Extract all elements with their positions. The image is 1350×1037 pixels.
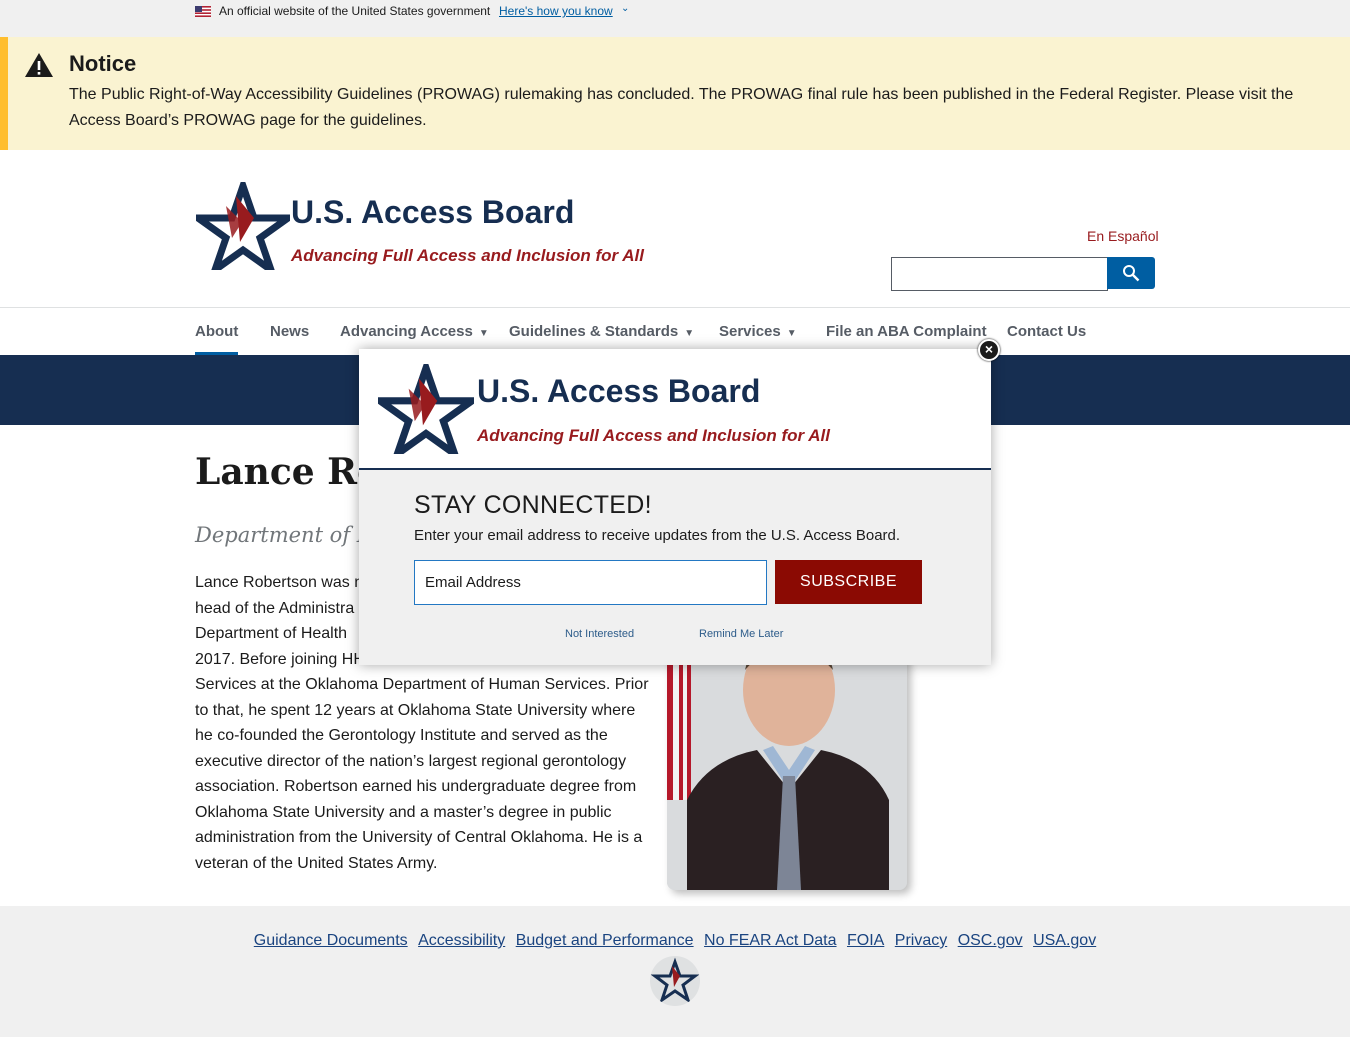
access-board-star-logo-icon[interactable]: [196, 182, 290, 270]
modal-header: U.S. Access Board Advancing Full Access …: [359, 349, 991, 470]
remind-me-later-link[interactable]: Remind Me Later: [699, 628, 783, 640]
access-board-star-logo-icon: [378, 364, 474, 454]
email-field[interactable]: Email Address: [414, 560, 767, 605]
footer-link-budget-performance[interactable]: Budget and Performance: [516, 932, 694, 949]
bio-line: administration from the University of Ce…: [195, 829, 643, 846]
nav-item-guidelines-standards[interactable]: Guidelines & Standards ▼: [509, 323, 694, 340]
notice-body: The Public Right-of-Way Accessibility Gu…: [69, 86, 1294, 129]
not-interested-link[interactable]: Not Interested: [565, 628, 634, 640]
bio-line: veteran of the United States Army.: [195, 854, 438, 872]
footer-link-guidance-documents[interactable]: Guidance Documents: [254, 932, 408, 949]
nav-item-contact-us[interactable]: Contact Us: [1007, 323, 1086, 340]
bio-line: association. Robertson earned his underg…: [195, 778, 637, 795]
stay-connected-modal: U.S. Access Board Advancing Full Access …: [359, 339, 1000, 665]
modal-description: Enter your email address to receive upda…: [414, 527, 901, 544]
search-icon: [1123, 265, 1140, 282]
us-flag-icon: [195, 6, 211, 17]
modal-tagline: Advancing Full Access and Inclusion for …: [477, 426, 830, 445]
modal-heading: STAY CONNECTED!: [414, 491, 652, 519]
nav-label: Services: [719, 323, 781, 340]
footer-link-osc[interactable]: OSC.gov: [958, 932, 1023, 949]
gov-banner: An official website of the United States…: [0, 0, 1350, 37]
nav-label: Contact Us: [1007, 323, 1087, 340]
chevron-down-icon: ▼: [478, 328, 489, 339]
nav-item-advancing-access[interactable]: Advancing Access ▼: [340, 323, 489, 340]
nav-item-file-aba-complaint[interactable]: File an ABA Complaint: [826, 323, 987, 340]
footer-links: Guidance Documents Accessibility Budget …: [0, 932, 1350, 950]
spanish-language-link[interactable]: En Español: [1087, 228, 1159, 244]
bio-line: to that, he spent 12 years at Oklahoma S…: [195, 701, 636, 719]
footer-link-privacy[interactable]: Privacy: [895, 932, 947, 949]
nav-label: Guidelines & Standards: [509, 323, 679, 340]
warning-icon: [25, 53, 53, 77]
gov-banner-text: An official website of the United States…: [219, 4, 491, 18]
modal-title: U.S. Access Board: [477, 373, 761, 409]
footer-link-foia[interactable]: FOIA: [847, 932, 884, 949]
chevron-down-icon[interactable]: ⌄: [621, 3, 629, 14]
footer-link-no-fear-act[interactable]: No FEAR Act Data: [704, 932, 837, 949]
bio-line: Oklahoma State University and a master’s…: [195, 803, 612, 821]
notice-title: Notice: [69, 51, 137, 76]
chevron-down-icon: ▼: [786, 328, 797, 339]
nav-item-services[interactable]: Services ▼: [719, 323, 797, 340]
chevron-down-icon: ▼: [684, 328, 695, 339]
bio-line: Services at the Oklahoma Department of H…: [195, 676, 649, 693]
notice-alert: Notice The Public Right-of-Way Accessibi…: [0, 37, 1350, 150]
site-header: U.S. Access Board Advancing Full Access …: [0, 150, 1350, 308]
bio-line: executive director of the nation’s large…: [195, 752, 627, 770]
search-input[interactable]: [891, 257, 1108, 291]
site-title[interactable]: U.S. Access Board: [291, 194, 574, 231]
nav-label: About: [195, 323, 239, 340]
subscribe-button[interactable]: SUBSCRIBE: [775, 560, 922, 604]
search-button[interactable]: [1107, 257, 1155, 289]
bio-line: he co-founded the Gerontology Institute …: [195, 727, 608, 744]
footer-link-usa-gov[interactable]: USA.gov: [1033, 932, 1096, 949]
primary-nav: About News Advancing Access ▼ Guidelines …: [0, 308, 1350, 356]
footer-star-logo-icon[interactable]: [650, 956, 700, 1006]
close-icon[interactable]: ×: [978, 339, 1000, 361]
site-footer: Guidance Documents Accessibility Budget …: [0, 906, 1350, 1037]
nav-label: Advancing Access: [340, 323, 473, 340]
footer-link-accessibility[interactable]: Accessibility: [418, 932, 505, 949]
person-department: Department of H: [195, 523, 376, 547]
site-tagline: Advancing Full Access and Inclusion for …: [291, 246, 644, 265]
nav-item-news[interactable]: News: [270, 323, 309, 340]
nav-label: News: [270, 323, 310, 340]
nav-label: File an ABA Complaint: [826, 323, 987, 340]
nav-item-about[interactable]: About: [195, 323, 239, 356]
heres-how-you-know-link[interactable]: Here's how you know: [499, 4, 613, 18]
